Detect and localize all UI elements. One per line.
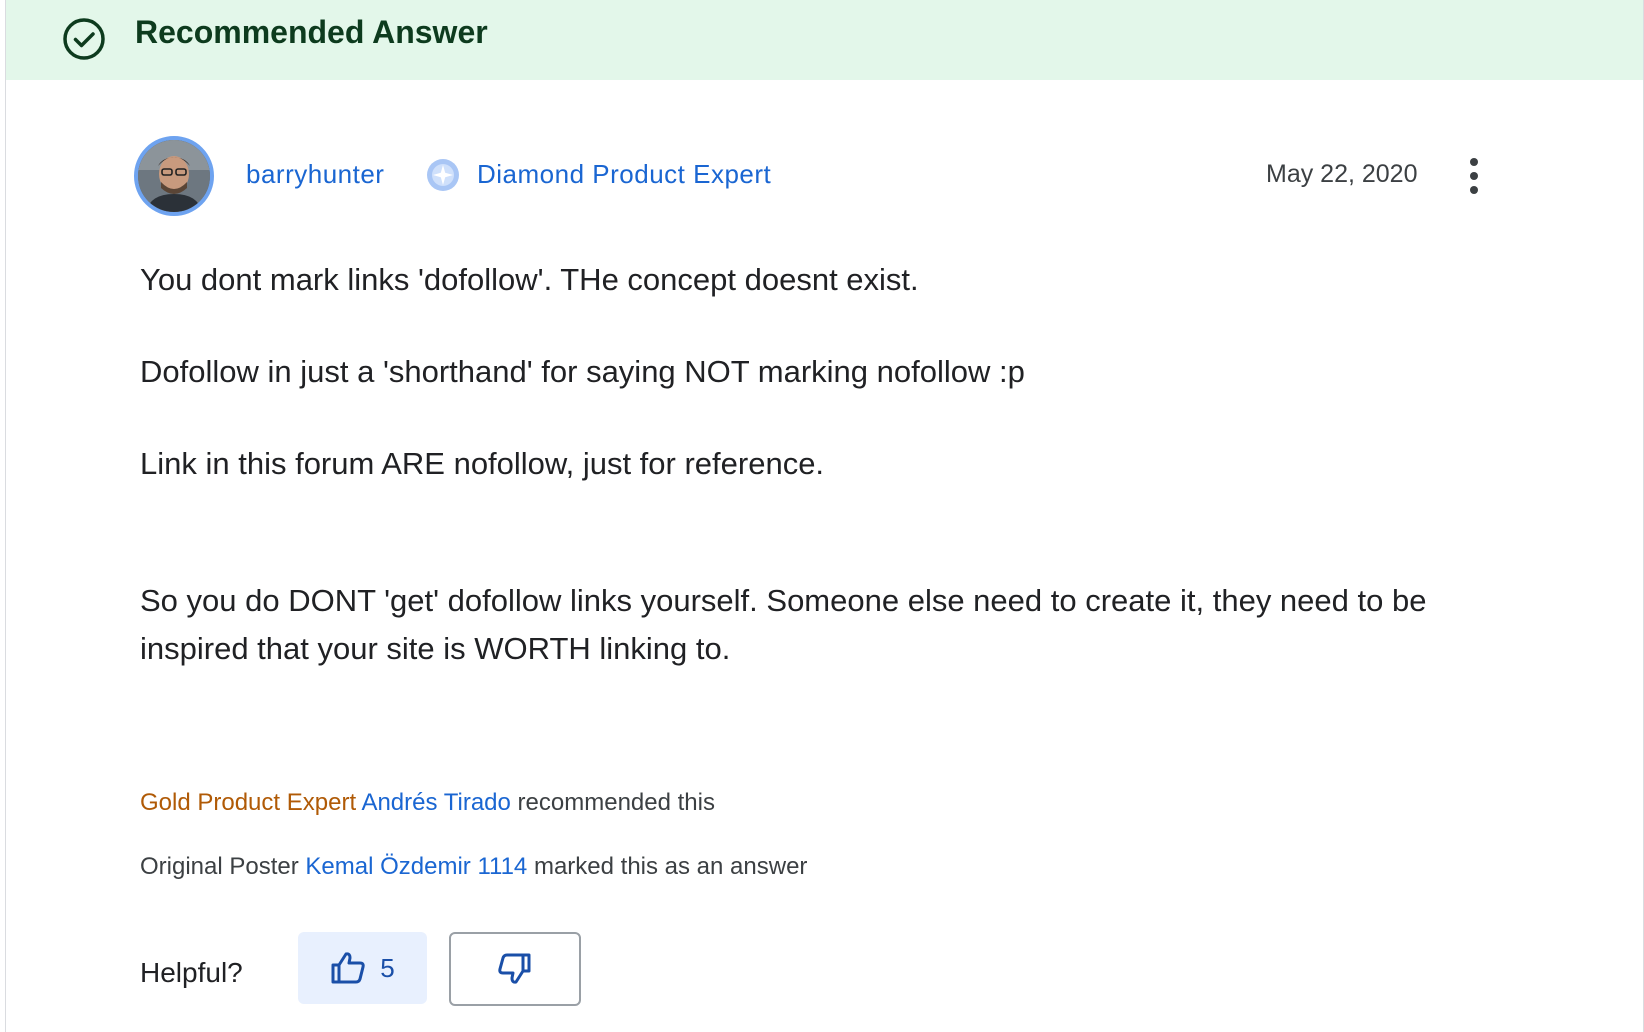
upvote-count: 5: [380, 953, 395, 983]
answer-card: Recommended Answer barryhunter Diamond P…: [5, 0, 1644, 1032]
more-options-button[interactable]: [1454, 150, 1494, 202]
banner-title: Recommended Answer: [135, 14, 488, 50]
avatar-image: [138, 140, 210, 212]
original-poster-suffix: marked this as an answer: [533, 853, 808, 880]
post-paragraph: Dofollow in just a 'shorthand' for sayin…: [140, 354, 1025, 389]
thumb-down-icon: [498, 953, 531, 984]
more-vert-icon: [1470, 158, 1478, 166]
helpful-label: Helpful?: [140, 957, 243, 988]
original-poster-name[interactable]: Kemal Özdemir 1114: [305, 853, 527, 880]
thumb-up-icon: [331, 952, 365, 984]
recommendation-suffix: recommended this: [517, 789, 715, 816]
recommended-banner: Recommended Answer: [6, 0, 1643, 80]
author-name[interactable]: barryhunter: [246, 156, 384, 192]
recommender-name[interactable]: Andrés Tirado: [361, 789, 510, 816]
thumbs-down-button[interactable]: [449, 932, 581, 1006]
post-date: May 22, 2020: [1266, 160, 1418, 188]
post-paragraph: You dont mark links 'dofollow'. THe conc…: [140, 262, 919, 297]
recommendation-line: Gold Product Expert Andrés Tirado recomm…: [140, 786, 715, 820]
original-poster-label: Original Poster: [140, 853, 299, 880]
post-body: You dont mark links 'dofollow'. THe conc…: [140, 256, 1540, 673]
original-poster-line: Original Poster Kemal Özdemir 1114 marke…: [140, 850, 807, 884]
post-paragraph: So you do DONT 'get' dofollow links your…: [140, 583, 1427, 666]
expert-badge-label[interactable]: Diamond Product Expert: [477, 156, 771, 192]
post-paragraph: Link in this forum ARE nofollow, just fo…: [140, 446, 825, 481]
check-circle-icon: [63, 18, 105, 60]
recommender-level: Gold Product Expert: [140, 789, 357, 816]
thumbs-up-button[interactable]: 5: [298, 932, 427, 1004]
diamond-expert-icon: [427, 159, 459, 191]
avatar[interactable]: [134, 136, 214, 216]
